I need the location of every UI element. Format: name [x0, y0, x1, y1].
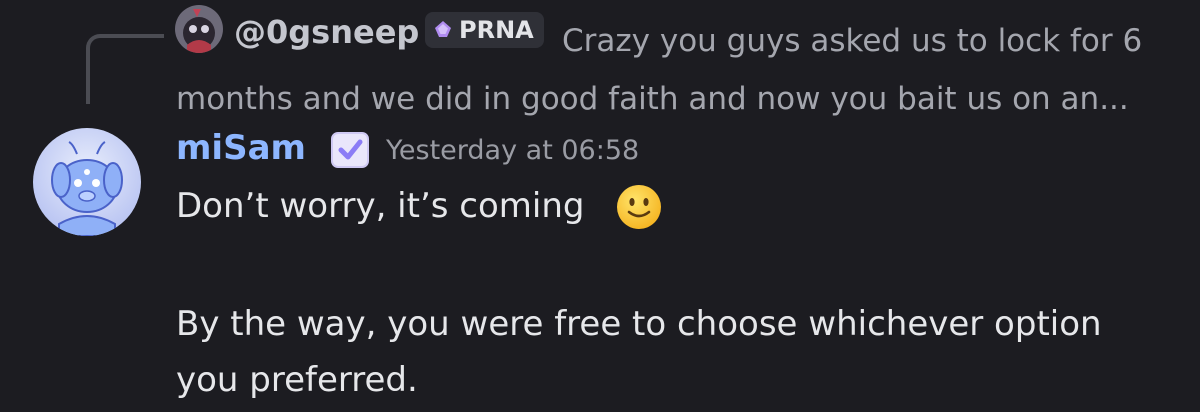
author-name[interactable]: miSam — [176, 126, 306, 170]
reply-spine — [86, 34, 164, 104]
message-text-line3: you preferred. — [176, 360, 418, 400]
message-timestamp[interactable]: Yesterday at 06:58 — [386, 132, 639, 170]
author-avatar[interactable] — [33, 128, 141, 236]
reply-preview-text[interactable]: Crazy you guys asked us to lock for 6 mo… — [176, 12, 1166, 128]
slightly-smiling-face-emoji[interactable] — [616, 184, 662, 230]
reply-text-line1: Crazy you guys asked us to lock for 6 — [562, 23, 1143, 59]
checkmark-badge-icon — [331, 132, 369, 168]
message-text-line1: Don’t worry, it’s coming — [176, 186, 585, 226]
chat-message-container: @0gsneep PRNA Crazy you guys asked us to… — [0, 0, 1200, 412]
reply-text-line2: months and we did in good faith and now … — [176, 81, 1129, 117]
message-text-line2: By the way, you were free to choose whic… — [176, 304, 1102, 344]
